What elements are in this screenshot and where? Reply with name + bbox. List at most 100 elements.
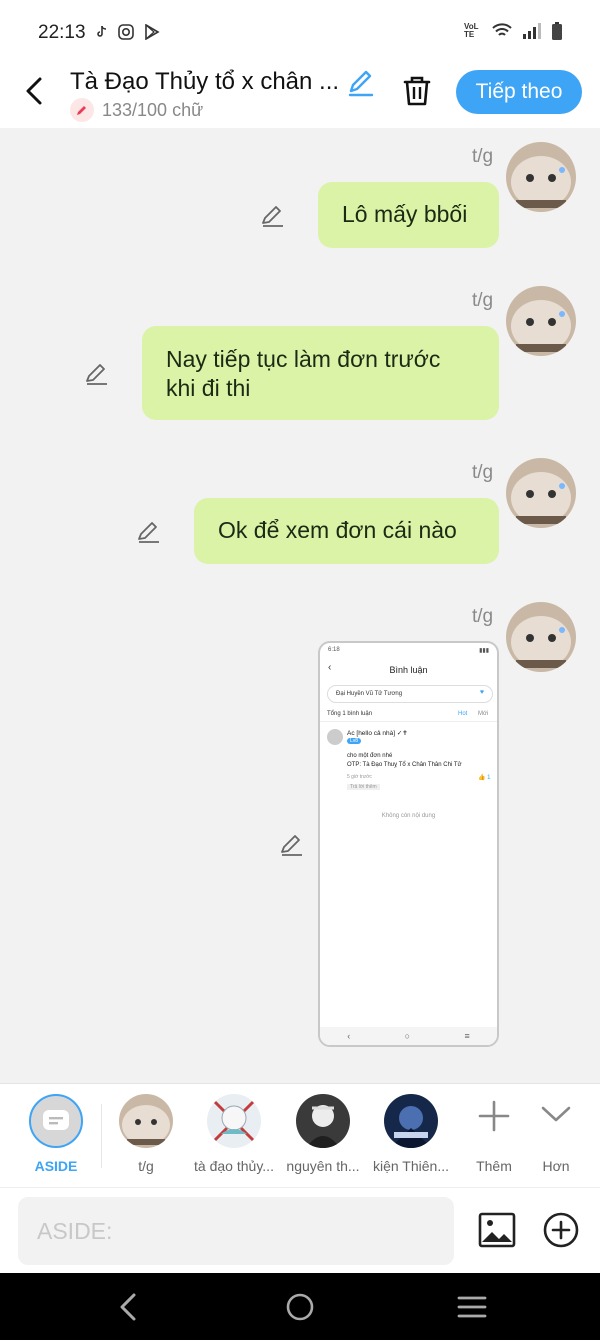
shot-sort-new: Mới: [478, 711, 489, 717]
next-button[interactable]: Tiếp theo: [456, 70, 582, 114]
recipient-label: ASIDE: [34, 1158, 78, 1174]
home-circle-icon: [286, 1293, 314, 1321]
plus-circle-icon: [543, 1212, 579, 1248]
avatar: [119, 1094, 173, 1148]
chevron-left-icon: [120, 1293, 136, 1321]
aside-avatar: [29, 1094, 83, 1148]
chevron-left-icon: [26, 77, 42, 105]
avatar: [207, 1094, 261, 1148]
recipient-label: nguyên th...: [286, 1158, 360, 1174]
recipient-tg[interactable]: t/g: [101, 1084, 191, 1188]
nav-home-button[interactable]: [283, 1291, 317, 1323]
trash-icon: [403, 76, 431, 106]
avatar: [296, 1094, 350, 1148]
volte-label: VoLTE: [464, 22, 479, 39]
shot-reply: Trả lời thêm: [347, 784, 380, 790]
shot-badge: Lv8: [347, 738, 362, 744]
image-attachment[interactable]: 6:18 ▮▮▮ ‹ Bình luận Đại Huyền Vũ Tử Tươ…: [318, 641, 499, 1047]
menu-icon: [457, 1296, 487, 1318]
message-input[interactable]: ASIDE:: [18, 1197, 454, 1265]
chat-bubble-icon: [43, 1110, 69, 1130]
shot-like-count: 👍 1: [478, 775, 491, 781]
pencil-icon: [348, 70, 374, 97]
battery-icon: [552, 22, 562, 40]
avatar[interactable]: [506, 142, 576, 212]
tiktok-icon: [97, 25, 107, 37]
instagram-icon: [118, 24, 134, 40]
status-notification-icons: [96, 24, 160, 40]
system-nav-bar: [0, 1273, 600, 1340]
edit-message-button[interactable]: [84, 361, 110, 387]
char-counter: 133/100 chữ: [70, 98, 203, 122]
nav-recents-button[interactable]: [455, 1291, 489, 1323]
compose-panel: ASIDE t/g tà đạo thủy... nguyên th... ki…: [0, 1083, 600, 1273]
shot-time: 5 giờ trước: [347, 774, 372, 780]
message-bubble[interactable]: Lô mấy bbối: [318, 182, 499, 248]
recipient-label: kiện Thiên...: [372, 1158, 449, 1174]
sender-name: t/g: [472, 462, 494, 483]
plus-icon: [478, 1100, 510, 1132]
sender-name: t/g: [472, 290, 494, 311]
shot-empty: Không còn nội dung: [381, 813, 436, 819]
pencil-icon: [138, 522, 159, 543]
shot-search: Đại Huyền Vũ Tử Tương ♥: [327, 685, 493, 703]
message-bubble[interactable]: Nay tiếp tục làm đơn trước khi đi thi: [142, 326, 499, 420]
recipient-ta-dao[interactable]: tà đạo thủy...: [189, 1084, 279, 1188]
shot-comment: cho một đơn nhé: [347, 753, 393, 759]
recipient-aside[interactable]: ASIDE: [11, 1084, 101, 1188]
more-recipients-button[interactable]: Hơn: [520, 1084, 592, 1188]
shot-sort-hot: Hot: [458, 711, 468, 717]
avatar: [384, 1094, 438, 1148]
shot-navbar: ‹ ○ ≡: [320, 1027, 497, 1045]
attach-image-button[interactable]: [478, 1211, 516, 1249]
heart-icon: ♥: [479, 689, 484, 696]
back-button[interactable]: [20, 74, 50, 108]
edit-message-button[interactable]: [136, 519, 162, 545]
recipient-label: tà đạo thủy...: [194, 1158, 274, 1174]
sender-name: t/g: [472, 146, 494, 167]
pencil-icon: [86, 364, 107, 385]
shot-total: Tổng 1 bình luận: [327, 711, 373, 717]
app-header: Tà Đạo Thủy tổ x chân ... 133/100 chữ Ti…: [0, 56, 600, 128]
pencil-warning-icon: [70, 98, 94, 122]
pencil-icon: [262, 206, 283, 227]
add-attachment-button[interactable]: [542, 1211, 580, 1249]
chevron-down-icon: [541, 1106, 571, 1122]
edit-message-button[interactable]: [279, 832, 305, 858]
recipient-label: t/g: [138, 1158, 154, 1174]
edit-title-button[interactable]: [346, 68, 376, 98]
shot-avatar: [327, 729, 343, 745]
avatar[interactable]: [506, 286, 576, 356]
edit-message-button[interactable]: [260, 203, 286, 229]
status-time: 22:13: [38, 22, 86, 43]
pencil-icon: [281, 835, 302, 856]
avatar[interactable]: [506, 602, 576, 672]
shot-likes: 1: [487, 775, 491, 781]
char-count-text: 133/100 chữ: [102, 99, 204, 120]
shot-user: Ac [hello cả nhà] ✓✝: [347, 730, 408, 737]
status-system-icons: VoLTE: [464, 22, 562, 40]
play-store-icon: [145, 24, 160, 40]
recipient-kien[interactable]: kiện Thiên...: [366, 1084, 456, 1188]
nav-back-button[interactable]: [112, 1291, 146, 1323]
avatar[interactable]: [506, 458, 576, 528]
wifi-icon: [492, 23, 512, 36]
chat-area: t/g Lô mấy bbối t/g Nay tiếp tục làm đơn…: [0, 128, 600, 1083]
sender-name: t/g: [472, 606, 494, 627]
message-line: Nay tiếp tục làm đơn trước: [166, 346, 441, 372]
shot-status-time: 6:18: [328, 647, 340, 653]
divider: [0, 1187, 600, 1188]
page-title: Tà Đạo Thủy tổ x chân ...: [70, 68, 340, 95]
image-icon: [478, 1212, 516, 1248]
shot-comment: OTP: Tà Đạo Thuỵ Tổ x Chân Thân Chi Tử: [347, 762, 462, 768]
shot-title: Bình luận: [389, 665, 428, 675]
message-bubble[interactable]: Ok để xem đơn cái nào: [194, 498, 499, 564]
recipient-nguyen[interactable]: nguyên th...: [278, 1084, 368, 1188]
message-line: khi đi thi: [166, 375, 251, 401]
shot-status-icons: ▮▮▮: [479, 648, 489, 654]
signal-icon: [523, 23, 541, 39]
shot-search-text: Đại Huyền Vũ Tử Tương: [336, 691, 403, 697]
recipient-label: Hơn: [542, 1158, 570, 1174]
delete-button[interactable]: [400, 74, 434, 108]
shot-divider: [320, 721, 497, 722]
